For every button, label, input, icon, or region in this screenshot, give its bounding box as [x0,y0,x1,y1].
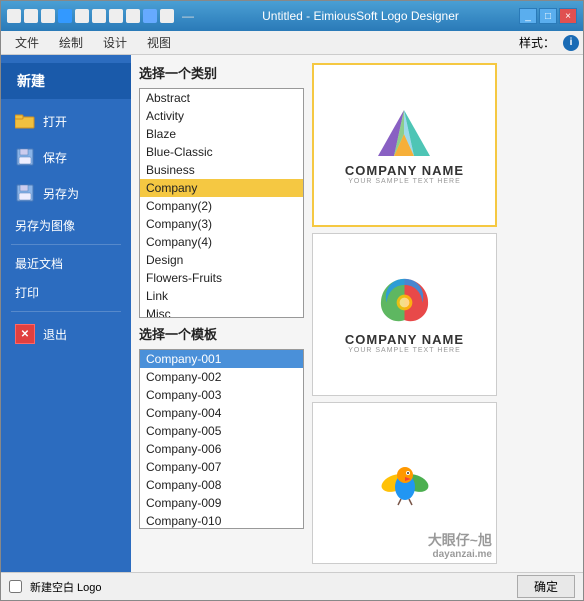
list-item[interactable]: Company-010 [140,512,303,529]
exit-label: 退出 [43,326,67,343]
menu-view[interactable]: 视图 [137,32,181,53]
bird-logo-svg [375,455,435,510]
list-item[interactable]: Business [140,161,303,179]
close-button[interactable]: × [559,8,577,24]
sidebar-item-print[interactable]: 打印 [1,278,131,307]
list-item[interactable]: Company-005 [140,422,303,440]
menu-file[interactable]: 文件 [5,32,49,53]
list-item[interactable]: Design [140,251,303,269]
preview-box-1[interactable]: COMPANY NAME YOUR SAMPLE TEXT HERE [312,63,497,227]
app-icon-9 [143,9,157,23]
menu-draw[interactable]: 绘制 [49,32,93,53]
folder-icon [15,111,35,131]
preview2-company-name: COMPANY NAME [345,332,464,347]
preview2-sample-text: YOUR SAMPLE TEXT HERE [348,347,461,354]
open-label: 打开 [43,113,67,130]
triangle-logo-svg [374,106,434,161]
maximize-button[interactable]: □ [539,8,557,24]
menubar: 文件 绘制 设计 视图 样式： i [1,31,583,55]
sidebar-item-exit[interactable]: ✕ 退出 [1,316,131,352]
preview-box-2[interactable]: COMPANY NAME YOUR SAMPLE TEXT HERE [312,233,497,395]
watermark-line2: dayanzai.me [428,549,492,561]
list-item-tpl-001[interactable]: Company-001 [140,350,303,368]
window-title: Untitled - EimiousSoft Logo Designer [202,9,519,23]
watermark-line1: 大眼仔~旭 [428,532,492,549]
sidebar-item-saveas[interactable]: 另存为 [1,175,131,211]
category-title: 选择一个类别 [139,63,304,82]
list-item[interactable]: Blaze [140,125,303,143]
titlebar-app-icons [7,9,174,23]
list-item[interactable]: Company-002 [140,368,303,386]
content-area: 选择一个类别 Abstract Activity Blaze Blue-Clas… [139,63,575,564]
menu-style[interactable]: 样式： [511,32,563,53]
main-window: — Untitled - EimiousSoft Logo Designer _… [0,0,584,601]
sidebar-item-saveasimage[interactable]: 另存为图像 [1,211,131,240]
app-icon-5 [75,9,89,23]
app-icon-3 [41,9,55,23]
circle-logo-svg [377,275,432,330]
sidebar-item-open[interactable]: 打开 [1,103,131,139]
app-icon-1 [7,9,21,23]
template-title: 选择一个模板 [139,324,304,343]
list-item[interactable]: Activity [140,107,303,125]
list-item[interactable]: Company-004 [140,404,303,422]
sidebar-divider-1 [11,244,121,245]
list-item[interactable]: Company(4) [140,233,303,251]
sidebar-new[interactable]: 新建 [1,63,131,99]
app-icon-2 [24,9,38,23]
category-listbox[interactable]: Abstract Activity Blaze Blue-Classic Bus… [139,88,304,318]
logo-preview-2: COMPANY NAME YOUR SAMPLE TEXT HERE [345,275,464,354]
main-content: 新建 打开 [1,55,583,572]
footer-bar: 新建空白 Logo 确定 [1,572,583,600]
list-item[interactable]: Company-003 [140,386,303,404]
saveas-icon [15,183,35,203]
new-blank-label: 新建空白 Logo [30,579,102,595]
preview-box-3[interactable]: 大眼仔~旭 dayanzai.me [312,402,497,564]
app-icon-6 [92,9,106,23]
sidebar-item-recent[interactable]: 最近文档 [1,249,131,278]
list-item[interactable]: Company(2) [140,197,303,215]
preview1-sample-text: YOUR SAMPLE TEXT HERE [348,178,461,185]
sidebar: 新建 打开 [1,55,131,572]
list-item[interactable]: Company-007 [140,458,303,476]
confirm-button[interactable]: 确定 [517,575,575,598]
template-section: 选择一个模板 Company-001 Company-002 Company-0… [139,324,304,529]
app-icon-7 [109,9,123,23]
list-item[interactable]: Company(3) [140,215,303,233]
app-icon-4 [58,9,72,23]
app-icon-10 [160,9,174,23]
category-section: 选择一个类别 Abstract Activity Blaze Blue-Clas… [139,63,304,318]
sidebar-item-save[interactable]: 保存 [1,139,131,175]
logo-preview-3 [375,455,435,510]
template-listbox[interactable]: Company-001 Company-002 Company-003 Comp… [139,349,304,529]
new-blank-checkbox[interactable] [9,580,22,593]
preview1-company-name: COMPANY NAME [345,163,464,178]
save-label: 保存 [43,149,67,166]
sidebar-divider-2 [11,311,121,312]
save-icon [15,147,35,167]
watermark: 大眼仔~旭 dayanzai.me [428,532,492,561]
titlebar: — Untitled - EimiousSoft Logo Designer _… [1,1,583,31]
right-panel: 选择一个类别 Abstract Activity Blaze Blue-Clas… [131,55,583,572]
list-item[interactable]: Blue-Classic [140,143,303,161]
left-lists: 选择一个类别 Abstract Activity Blaze Blue-Clas… [139,63,304,564]
logo-preview-1: COMPANY NAME YOUR SAMPLE TEXT HERE [345,106,464,185]
list-item[interactable]: Company-006 [140,440,303,458]
list-item[interactable]: Link [140,287,303,305]
preview-area: COMPANY NAME YOUR SAMPLE TEXT HERE [312,63,497,564]
saveas-label: 另存为 [43,185,79,202]
list-item[interactable]: Flowers-Fruits [140,269,303,287]
window-controls: _ □ × [519,8,577,24]
exit-icon: ✕ [15,324,35,344]
app-icon-8 [126,9,140,23]
list-item[interactable]: Company-009 [140,494,303,512]
menu-design[interactable]: 设计 [93,32,137,53]
list-item[interactable]: Misc [140,305,303,318]
list-item[interactable]: Company-008 [140,476,303,494]
info-button[interactable]: i [563,35,579,51]
list-item[interactable]: Abstract [140,89,303,107]
list-item-company[interactable]: Company [140,179,303,197]
minimize-button[interactable]: _ [519,8,537,24]
